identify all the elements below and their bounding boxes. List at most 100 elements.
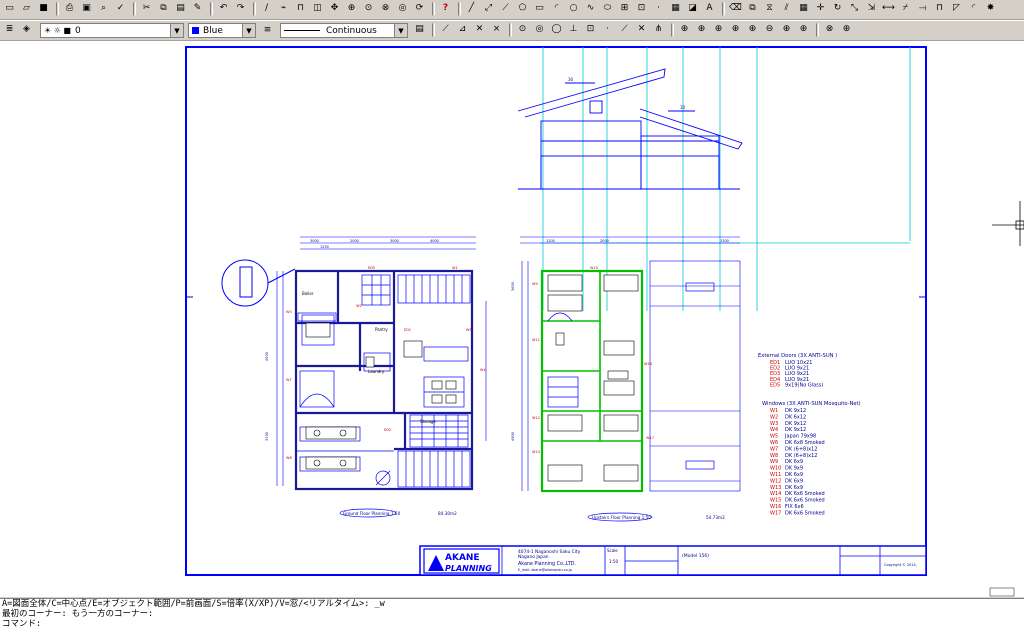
- zoom-scale-icon[interactable]: ⊕: [711, 22, 726, 37]
- match-properties-icon[interactable]: ✎: [190, 1, 205, 16]
- snap-none-icon[interactable]: ✕: [634, 22, 649, 37]
- color-dropdown[interactable]: Blue ▼: [188, 23, 256, 38]
- layer-value: 0: [75, 25, 81, 36]
- snap-midpoint-icon[interactable]: ⊿: [455, 22, 470, 37]
- zoom-dynamic-icon[interactable]: ⊕: [694, 22, 709, 37]
- print-icon[interactable]: ⎙: [62, 1, 77, 16]
- window-legend-text: DK 6x6 Smoked: [785, 498, 825, 504]
- spline-icon[interactable]: ∿: [583, 1, 598, 16]
- snap-intersection-icon[interactable]: ✕: [472, 22, 487, 37]
- zoom-all-icon[interactable]: ⊕: [779, 22, 794, 37]
- circle-icon[interactable]: ○: [566, 1, 581, 16]
- chevron-down-icon[interactable]: ▼: [394, 24, 407, 37]
- hatch-icon[interactable]: ▦: [668, 1, 683, 16]
- model-space-canvas[interactable]: 30 10 ED5 W1 W3 ED1 W5 W7 ED2 W8 W4 W2 3…: [0, 41, 1024, 597]
- hyperlink-icon[interactable]: ∕: [259, 1, 274, 16]
- snap-quadrant-icon[interactable]: ◎: [532, 22, 547, 37]
- zoom-in-icon[interactable]: ⊕: [745, 22, 760, 37]
- extend-icon[interactable]: ⟞: [915, 1, 930, 16]
- snap-settings-icon[interactable]: ⋔: [651, 22, 666, 37]
- zoom-window-2-icon[interactable]: ⊕: [677, 22, 692, 37]
- stretch-icon[interactable]: ⇲: [864, 1, 879, 16]
- explode-icon[interactable]: ✸: [983, 1, 998, 16]
- zoom-realtime-icon[interactable]: ⊕: [344, 1, 359, 16]
- erase-icon[interactable]: ⌫: [728, 1, 743, 16]
- zoom-previous-icon[interactable]: ⊗: [378, 1, 393, 16]
- help-icon[interactable]: ?: [438, 1, 453, 16]
- chamfer-icon[interactable]: ◸: [949, 1, 964, 16]
- fillet-icon[interactable]: ◜: [966, 1, 981, 16]
- copy-object-icon[interactable]: ⧉: [745, 1, 760, 16]
- spellcheck-icon[interactable]: ✓: [113, 1, 128, 16]
- pan-icon[interactable]: ✥: [327, 1, 342, 16]
- layer-state-icon[interactable]: ◈: [19, 22, 34, 37]
- snap-perpendicular-icon[interactable]: ⊥: [566, 22, 581, 37]
- array-icon[interactable]: ▦: [796, 1, 811, 16]
- find-icon[interactable]: ⌕: [96, 1, 111, 16]
- multiline-text-icon[interactable]: A: [702, 1, 717, 16]
- insert-block-icon[interactable]: ⊞: [617, 1, 632, 16]
- tracking-icon[interactable]: ⌁: [276, 1, 291, 16]
- ellipse-icon[interactable]: ⬭: [600, 1, 615, 16]
- snap-endpoint-icon[interactable]: ⟋: [438, 22, 453, 37]
- new-file-icon[interactable]: ▭: [2, 1, 17, 16]
- redo-icon[interactable]: ↷: [233, 1, 248, 16]
- zoom-previous-2-icon[interactable]: ⊕: [839, 22, 854, 37]
- window-legend-code: W2: [770, 414, 778, 420]
- paste-icon[interactable]: ▤: [173, 1, 188, 16]
- redraw-icon[interactable]: ⟳: [412, 1, 427, 16]
- linetype-dropdown[interactable]: Continuous ▼: [280, 23, 408, 38]
- object-properties-toolbar: ≣ ◈ ☀ ☼ ■ 0 ▼ Blue ▼ ≡ Continuous ▼ ▤ ⟋ …: [0, 20, 1024, 41]
- rectangle-icon[interactable]: ▭: [532, 1, 547, 16]
- rotate-icon[interactable]: ↻: [830, 1, 845, 16]
- command-line[interactable]: A=図面全体/C=中心点/E=オブジェクト範囲/P=前画面/S=倍率(X/XP)…: [0, 598, 1024, 636]
- open-folder-icon[interactable]: ▱: [19, 1, 34, 16]
- aerial-view-icon[interactable]: ◎: [395, 1, 410, 16]
- chevron-down-icon[interactable]: ▼: [170, 24, 183, 37]
- snap-center-icon[interactable]: ⊙: [515, 22, 530, 37]
- chevron-down-icon[interactable]: ▼: [242, 24, 255, 37]
- window-legend-code: W4: [770, 427, 778, 433]
- snap-apparent-icon[interactable]: ⨯: [489, 22, 504, 37]
- cut-icon[interactable]: ✂: [139, 1, 154, 16]
- print-preview-icon[interactable]: ▣: [79, 1, 94, 16]
- polygon-icon[interactable]: ⬠: [515, 1, 530, 16]
- save-icon[interactable]: ■: [36, 1, 51, 16]
- svg-text:W9: W9: [532, 282, 538, 286]
- snap-node-icon[interactable]: ·: [600, 22, 615, 37]
- properties-icon[interactable]: ▤: [412, 22, 427, 37]
- offset-icon[interactable]: ⫽: [779, 1, 794, 16]
- zoom-extents-icon[interactable]: ⊕: [796, 22, 811, 37]
- line-icon[interactable]: ╱: [464, 1, 479, 16]
- make-block-icon[interactable]: ⊡: [634, 1, 649, 16]
- construction-line-icon[interactable]: ⤢: [481, 1, 496, 16]
- snap-insertion-icon[interactable]: ⊡: [583, 22, 598, 37]
- aerial-icon[interactable]: ⊗: [822, 22, 837, 37]
- arc-icon[interactable]: ◜: [549, 1, 564, 16]
- window-legend-code: W1: [770, 408, 778, 414]
- lengthen-icon[interactable]: ⟷: [881, 1, 896, 16]
- region-icon[interactable]: ◪: [685, 1, 700, 16]
- layers-icon[interactable]: ≣: [2, 22, 17, 37]
- mirror-icon[interactable]: ⧖: [762, 1, 777, 16]
- zoom-center-icon[interactable]: ⊕: [728, 22, 743, 37]
- snap-nearest-icon[interactable]: ⟋: [617, 22, 632, 37]
- linetype-icon[interactable]: ≡: [260, 23, 275, 38]
- ucs-icon[interactable]: ◫: [310, 1, 325, 16]
- snap-tangent-icon[interactable]: ◯: [549, 22, 564, 37]
- zoom-window-icon[interactable]: ⊙: [361, 1, 376, 16]
- point-icon[interactable]: ·: [651, 1, 666, 16]
- svg-text:W7: W7: [286, 378, 292, 382]
- break-icon[interactable]: ⊓: [932, 1, 947, 16]
- command-prompt[interactable]: コマンド:: [2, 619, 1024, 629]
- osnap-icon[interactable]: ⊓: [293, 1, 308, 16]
- move-icon[interactable]: ✛: [813, 1, 828, 16]
- zoom-out-icon[interactable]: ⊖: [762, 22, 777, 37]
- scale-icon[interactable]: ⤡: [847, 1, 862, 16]
- layer-dropdown[interactable]: ☀ ☼ ■ 0 ▼: [40, 23, 184, 38]
- copy-icon[interactable]: ⧉: [156, 1, 171, 16]
- undo-icon[interactable]: ↶: [216, 1, 231, 16]
- svg-text:2000: 2000: [600, 239, 609, 243]
- trim-icon[interactable]: ⌿: [898, 1, 913, 16]
- polyline-icon[interactable]: ⟋: [498, 1, 513, 16]
